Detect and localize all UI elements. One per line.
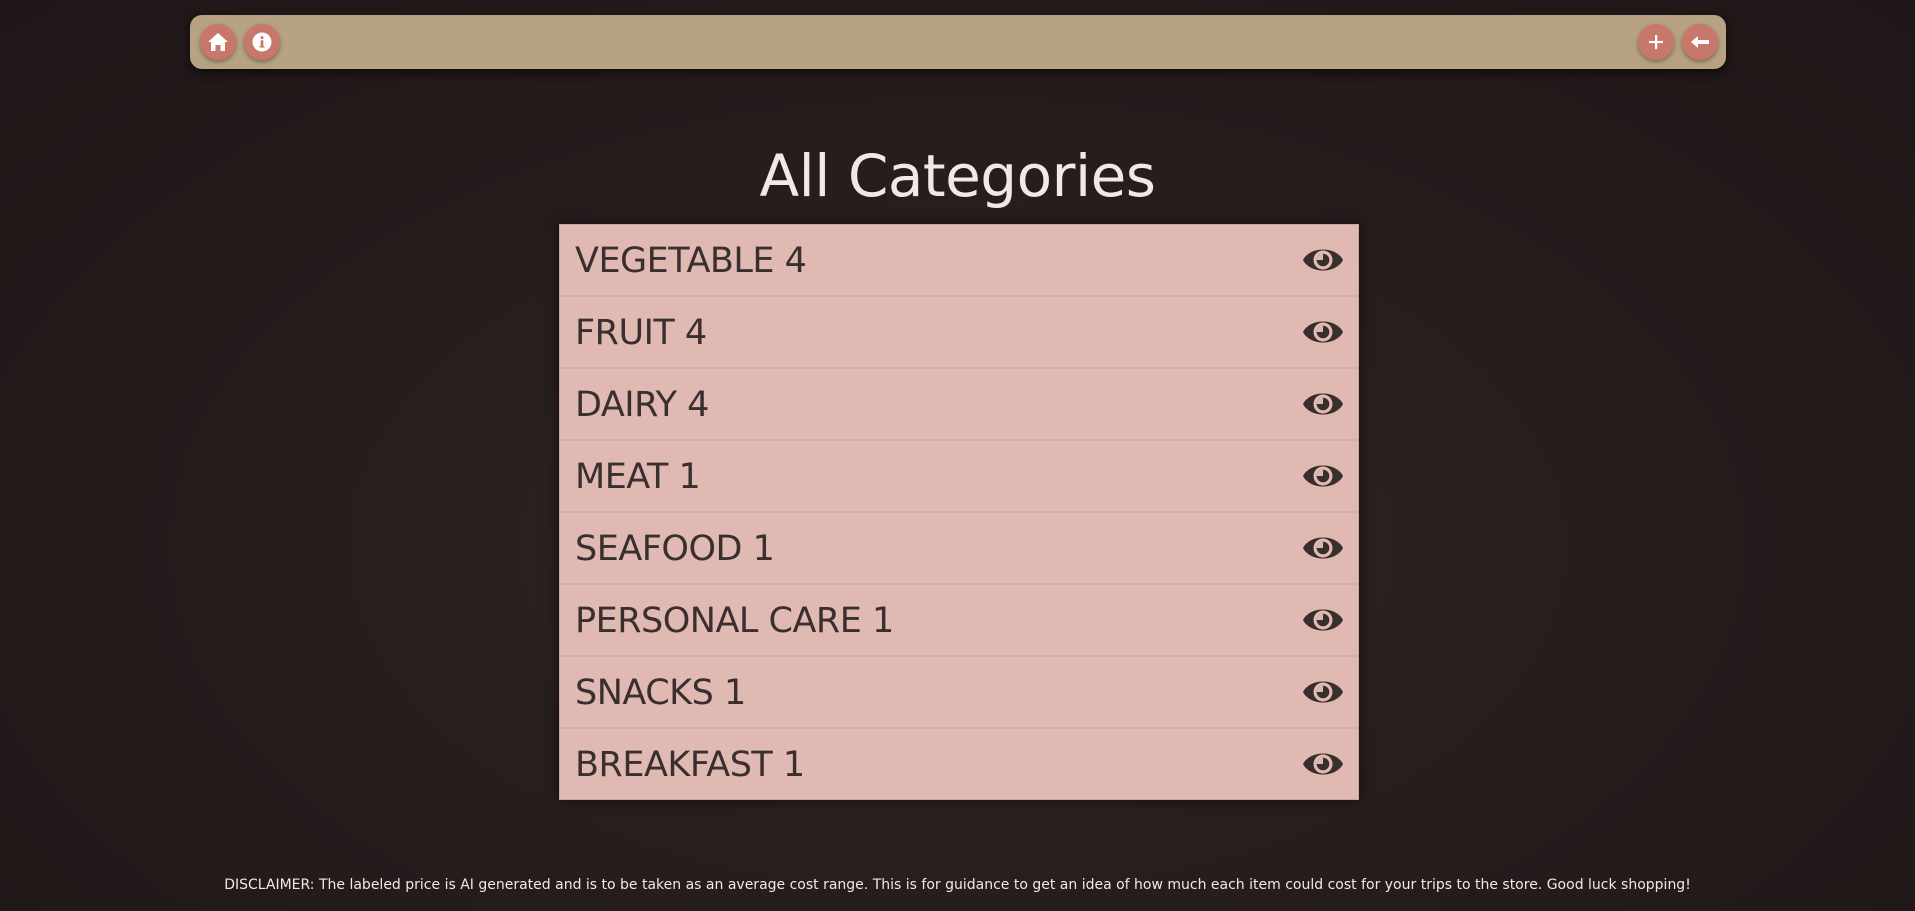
page-title: All Categories xyxy=(759,142,1156,210)
category-label: PERSONAL CARE 1 xyxy=(575,601,894,641)
eye-icon[interactable] xyxy=(1302,241,1344,279)
eye-icon[interactable] xyxy=(1302,601,1344,639)
eye-icon[interactable] xyxy=(1302,745,1344,783)
category-row[interactable]: DAIRY 4 xyxy=(560,369,1358,441)
category-label: VEGETABLE 4 xyxy=(575,241,807,281)
plus-icon xyxy=(1648,34,1664,50)
info-icon xyxy=(252,32,272,52)
top-navbar xyxy=(190,15,1726,69)
eye-icon[interactable] xyxy=(1302,529,1344,567)
home-button[interactable] xyxy=(200,24,236,60)
eye-icon[interactable] xyxy=(1302,673,1344,711)
add-button[interactable] xyxy=(1638,24,1674,60)
home-icon xyxy=(207,32,229,52)
category-label: SEAFOOD 1 xyxy=(575,529,775,569)
category-label: BREAKFAST 1 xyxy=(575,745,805,785)
category-list: VEGETABLE 4 FRUIT 4 DAIRY 4 MEAT 1 SEAFO… xyxy=(559,224,1359,800)
category-row[interactable]: VEGETABLE 4 xyxy=(560,225,1358,297)
category-row[interactable]: BREAKFAST 1 xyxy=(560,729,1358,801)
arrow-left-icon xyxy=(1690,34,1710,50)
category-label: SNACKS 1 xyxy=(575,673,746,713)
category-row[interactable]: SEAFOOD 1 xyxy=(560,513,1358,585)
info-button[interactable] xyxy=(244,24,280,60)
back-button[interactable] xyxy=(1682,24,1718,60)
eye-icon[interactable] xyxy=(1302,457,1344,495)
category-row[interactable]: PERSONAL CARE 1 xyxy=(560,585,1358,657)
category-label: FRUIT 4 xyxy=(575,313,707,353)
eye-icon[interactable] xyxy=(1302,385,1344,423)
eye-icon[interactable] xyxy=(1302,313,1344,351)
category-label: MEAT 1 xyxy=(575,457,701,497)
disclaimer-text: DISCLAIMER: The labeled price is AI gene… xyxy=(224,877,1691,893)
category-row[interactable]: MEAT 1 xyxy=(560,441,1358,513)
category-label: DAIRY 4 xyxy=(575,385,709,425)
category-row[interactable]: SNACKS 1 xyxy=(560,657,1358,729)
category-row[interactable]: FRUIT 4 xyxy=(560,297,1358,369)
